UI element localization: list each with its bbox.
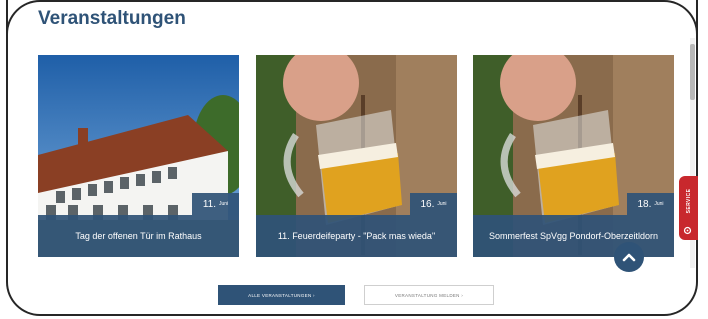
event-title[interactable]: Tag der offenen Tür im Rathaus <box>38 215 239 257</box>
event-day: 16. <box>420 198 435 210</box>
section-title: Veranstaltungen <box>38 8 186 29</box>
chevron-up-icon <box>622 253 636 262</box>
service-tab[interactable]: SERVICE <box>679 176 698 240</box>
gear-icon <box>683 226 692 235</box>
report-event-button[interactable]: VERANSTALTUNG MELDEN › <box>364 285 494 305</box>
scrollbar-thumb[interactable] <box>690 44 695 100</box>
event-month: Juni <box>218 201 229 207</box>
event-day: 11. <box>202 198 216 210</box>
event-date-badge: 16. Juni <box>410 193 457 215</box>
event-card[interactable]: 16. Juni 11. Feuerdeifeparty - "Pack mas… <box>256 55 457 257</box>
event-date-badge: 18. Juni <box>627 193 674 215</box>
event-day: 18. <box>637 198 652 210</box>
event-title[interactable]: Sommerfest SpVgg Pondorf-Oberzeitldorn <box>473 215 674 257</box>
scroll-to-top-button[interactable] <box>614 242 644 272</box>
service-label: SERVICE <box>685 188 692 214</box>
event-title[interactable]: 11. Feuerdeifeparty - "Pack mas wieda" <box>256 215 457 257</box>
event-card[interactable]: 11. Juni Tag der offenen Tür im Rathaus <box>38 55 239 257</box>
event-month: Juni <box>654 201 664 207</box>
event-date-badge: 11. Juni <box>192 193 239 215</box>
event-month: Juni <box>437 201 447 207</box>
all-events-button[interactable]: ALLE VERANSTALTUNGEN › <box>218 285 345 305</box>
event-card[interactable]: 18. Juni Sommerfest SpVgg Pondorf-Oberze… <box>473 55 674 257</box>
